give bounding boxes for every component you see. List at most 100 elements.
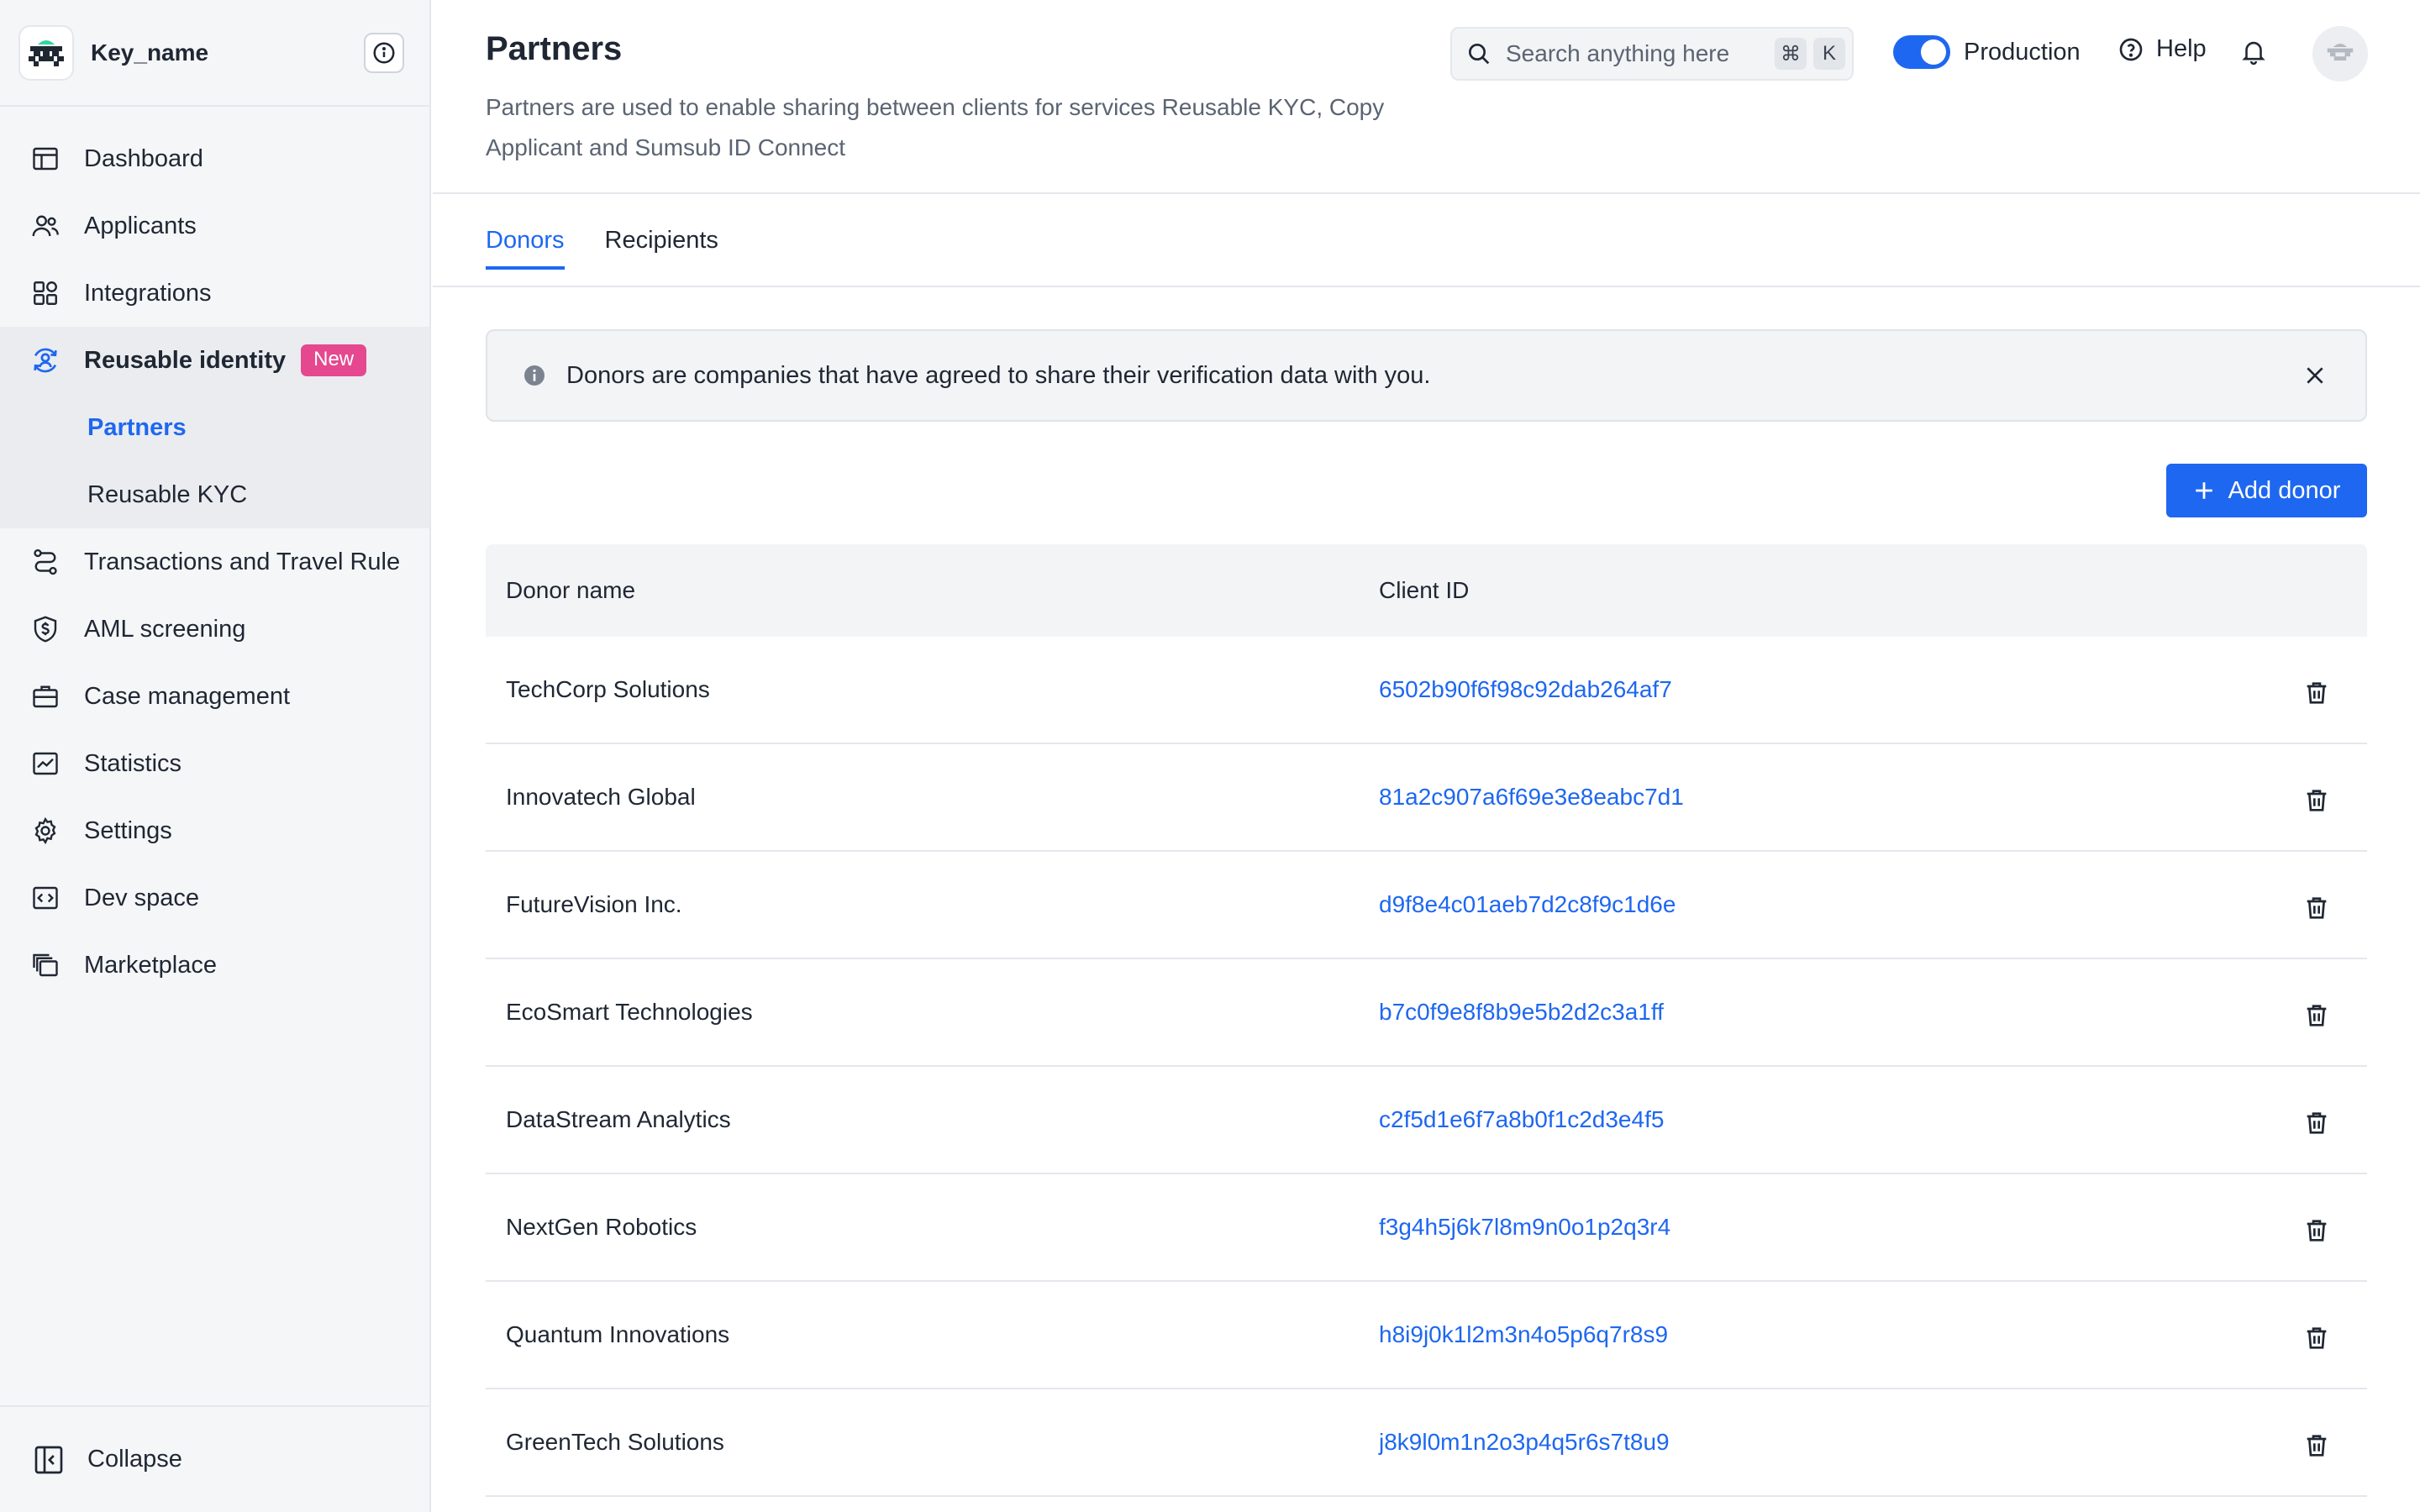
brand-bar: Key_name [0, 0, 429, 107]
sidebar-item-label: Reusable identity [84, 346, 287, 374]
delete-button[interactable] [2283, 1318, 2350, 1352]
shortcut-command-key: ⌘ [1775, 38, 1807, 70]
production-toggle[interactable]: Production [1893, 35, 2081, 69]
donor-name-cell: GreenTech Solutions [506, 1429, 724, 1455]
donors-table: Donor name Client ID TechCorp Solutions … [486, 544, 2367, 1497]
donor-name-cell: FutureVision Inc. [506, 891, 682, 917]
delete-button[interactable] [2283, 1210, 2350, 1244]
tabs-divider [433, 286, 2420, 287]
table-row: NextGen Robotics f3g4h5j6k7l8m9n0o1p2q3r… [486, 1174, 2367, 1282]
client-id-link[interactable]: c2f5d1e6f7a8b0f1c2d3e4f5 [1379, 1106, 2283, 1133]
search-icon [1465, 40, 1492, 67]
sidebar-item-label: Statistics [84, 749, 182, 777]
client-id-link[interactable]: 81a2c907a6f69e3e8eabc7d1 [1379, 784, 2283, 811]
brand-logo-icon[interactable] [18, 24, 74, 81]
client-id-link[interactable]: f3g4h5j6k7l8m9n0o1p2q3r4 [1379, 1214, 2283, 1241]
sidebar-subitem-reusable-kyc[interactable]: Reusable KYC [0, 461, 429, 528]
users-icon [29, 209, 62, 243]
client-id-link[interactable]: 6502b90f6f98c92dab264af7 [1379, 676, 2283, 703]
table-row: FutureVision Inc. d9f8e4c01aeb7d2c8f9c1d… [486, 852, 2367, 959]
client-id-link[interactable]: h8i9j0k1l2m3n4o5p6q7r8s9 [1379, 1321, 2283, 1348]
tab-donors[interactable]: Donors [486, 227, 565, 270]
sidebar-item-aml-screening[interactable]: AML screening [0, 596, 429, 663]
shortcut-k-key: K [1813, 38, 1845, 70]
delete-button[interactable] [2283, 995, 2350, 1029]
search-input[interactable]: Search anything here ⌘ K [1450, 27, 1854, 81]
sidebar-item-transactions[interactable]: Transactions and Travel Rule [0, 528, 429, 596]
sidebar-subitem-partners[interactable]: Partners [0, 394, 429, 461]
page-description: Partners are used to enable sharing betw… [486, 94, 1385, 160]
sidebar-item-reusable-identity[interactable]: Reusable identity New [0, 327, 429, 394]
sidebar-item-statistics[interactable]: Statistics [0, 730, 429, 797]
donor-name-cell: TechCorp Solutions [506, 676, 710, 702]
help-button[interactable]: Help [2118, 35, 2207, 63]
delete-button[interactable] [2283, 780, 2350, 814]
marketplace-icon [29, 948, 62, 982]
collapse-icon [32, 1443, 66, 1477]
main-content: Partners Partners are used to enable sha… [433, 0, 2420, 1512]
info-icon[interactable] [364, 32, 404, 73]
delete-button[interactable] [2283, 1425, 2350, 1459]
delete-button[interactable] [2283, 673, 2350, 706]
add-donor-button[interactable]: Add donor [2166, 464, 2367, 517]
toggle-knob [1921, 39, 1946, 65]
collapse-label: Collapse [87, 1446, 182, 1473]
sidebar: Key_name Dashboard Applicants Integratio… [0, 0, 431, 1512]
aml-shield-icon [29, 612, 62, 646]
donor-name-cell: DataStream Analytics [506, 1106, 731, 1132]
sidebar-item-settings[interactable]: Settings [0, 797, 429, 864]
help-label: Help [2156, 35, 2207, 62]
sidebar-item-label: Dev space [84, 884, 200, 911]
client-id-link[interactable]: j8k9l0m1n2o3p4q5r6s7t8u9 [1379, 1429, 2283, 1456]
sidebar-item-label: Integrations [84, 279, 212, 307]
search-placeholder: Search anything here [1506, 40, 1730, 66]
brand-name[interactable]: Key_name [91, 39, 364, 66]
plus-icon [2193, 480, 2215, 501]
bell-icon[interactable] [2239, 37, 2268, 66]
sidebar-item-case-management[interactable]: Case management [0, 663, 429, 730]
delete-button[interactable] [2283, 888, 2350, 921]
table-row: EcoSmart Technologies b7c0f9e8f8b9e5b2d2… [486, 959, 2367, 1067]
donor-name-cell: Innovatech Global [506, 784, 696, 810]
chart-icon [29, 747, 62, 780]
table-header: Donor name Client ID [486, 544, 2367, 637]
sidebar-item-dev-space[interactable]: Dev space [0, 864, 429, 932]
sidebar-item-label: Dashboard [84, 144, 203, 172]
info-banner: Donors are companies that have agreed to… [486, 329, 2367, 422]
collapse-sidebar-button[interactable]: Collapse [0, 1405, 429, 1512]
sidebar-item-dashboard[interactable]: Dashboard [0, 125, 429, 192]
trash-icon [2303, 895, 2330, 921]
toggle-switch[interactable] [1893, 35, 1950, 69]
sidebar-item-marketplace[interactable]: Marketplace [0, 932, 429, 999]
table-row: Quantum Innovations h8i9j0k1l2m3n4o5p6q7… [486, 1282, 2367, 1389]
page-header: Partners Partners are used to enable sha… [433, 0, 2420, 194]
avatar[interactable] [2312, 26, 2368, 81]
help-icon [2118, 36, 2144, 63]
sidebar-item-applicants[interactable]: Applicants [0, 192, 429, 260]
tab-recipients[interactable]: Recipients [605, 227, 718, 270]
sidebar-item-integrations[interactable]: Integrations [0, 260, 429, 327]
sidebar-group-reusable-identity: Reusable identity New Partners Reusable … [0, 327, 429, 528]
table-body: TechCorp Solutions 6502b90f6f98c92dab264… [486, 637, 2367, 1497]
trash-icon [2303, 1217, 2330, 1244]
sidebar-item-label: Transactions and Travel Rule [84, 548, 401, 575]
add-donor-label: Add donor [2228, 476, 2341, 504]
sidebar-item-label: AML screening [84, 615, 246, 643]
table-row: GreenTech Solutions j8k9l0m1n2o3p4q5r6s7… [486, 1389, 2367, 1497]
client-id-link[interactable]: b7c0f9e8f8b9e5b2d2c3a1ff [1379, 999, 2283, 1026]
transactions-icon [29, 545, 62, 579]
page-title: Partners [486, 30, 623, 67]
trash-icon [2303, 680, 2330, 706]
sidebar-item-label: Case management [84, 682, 291, 710]
delete-button[interactable] [2283, 1103, 2350, 1137]
client-id-link[interactable]: d9f8e4c01aeb7d2c8f9c1d6e [1379, 891, 2283, 918]
integrations-icon [29, 276, 62, 310]
close-icon[interactable] [2295, 355, 2335, 396]
tabs: Donors Recipients [486, 227, 759, 270]
code-icon [29, 881, 62, 915]
donor-name-cell: Quantum Innovations [506, 1321, 730, 1347]
reusable-identity-icon [29, 344, 62, 377]
gear-icon [29, 814, 62, 848]
dashboard-icon [29, 142, 62, 176]
donor-name-cell: NextGen Robotics [506, 1214, 697, 1240]
